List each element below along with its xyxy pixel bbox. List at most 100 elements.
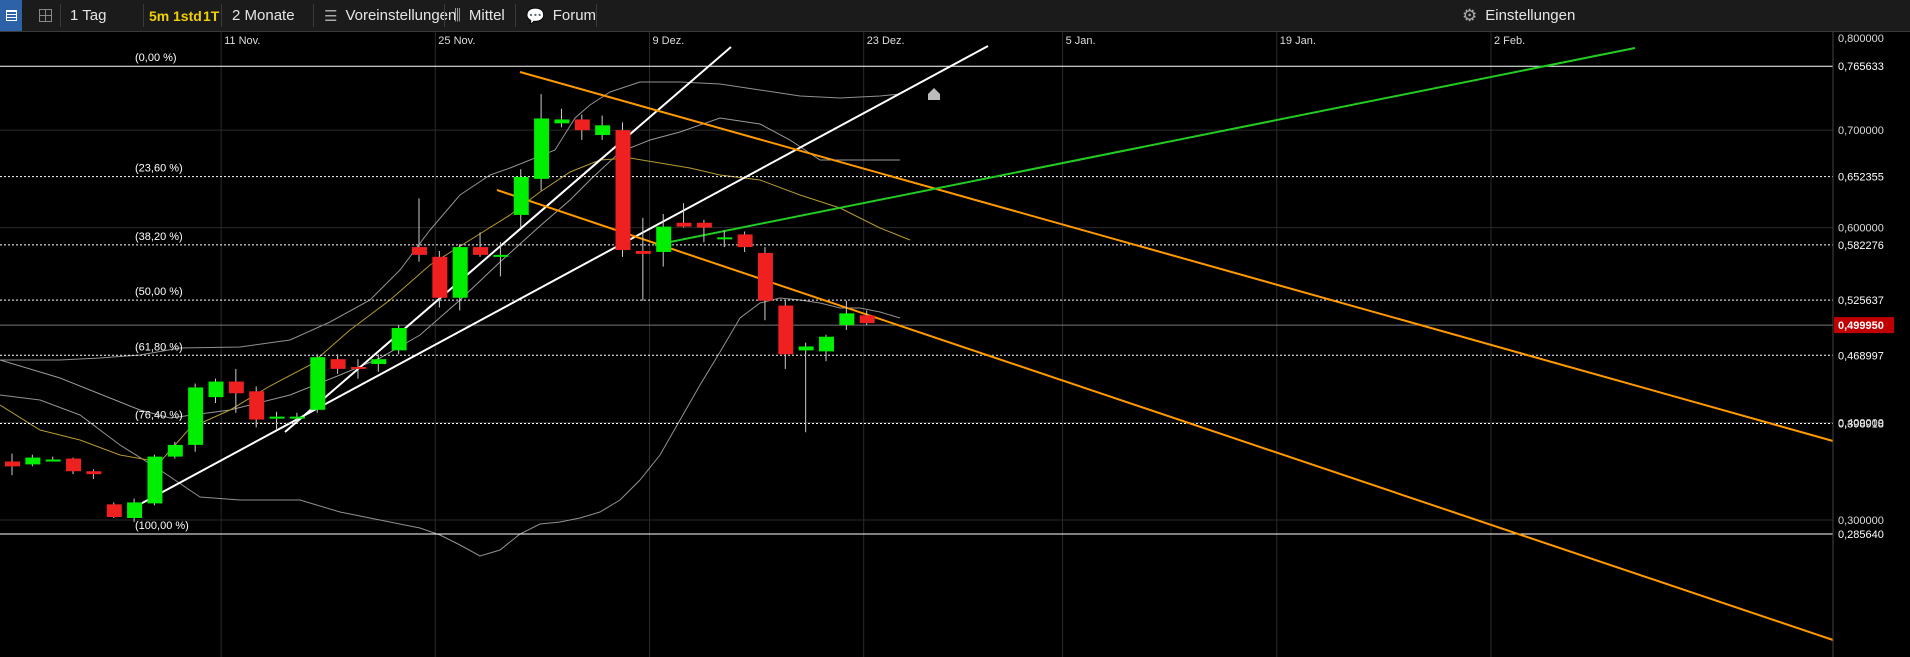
candle-down — [574, 114, 590, 140]
fib-level-label: (38,20 %) — [135, 231, 183, 243]
chart-menu-button[interactable] — [0, 0, 22, 31]
candle-body — [289, 416, 305, 419]
candle-up — [534, 94, 550, 191]
fib-price-label: 0,582276 — [1838, 240, 1884, 252]
candle-body — [249, 391, 265, 420]
candle-down — [249, 386, 265, 428]
candle-down — [696, 219, 712, 243]
candle-down — [615, 122, 631, 257]
candle-down — [432, 250, 448, 308]
candle-body — [574, 119, 590, 131]
trend-lines — [132, 45, 1834, 641]
candle-body — [269, 416, 285, 419]
candle-down — [757, 247, 773, 321]
candle-up — [25, 454, 41, 467]
candle-body — [330, 359, 346, 369]
candle-down — [66, 457, 82, 475]
candle-up — [127, 498, 143, 522]
candle-body — [147, 456, 163, 504]
candle-up — [310, 354, 326, 413]
y-tick-label: 0,400000 — [1838, 418, 1884, 430]
home-marker-icon — [928, 88, 940, 100]
fibonacci-retracement: (0,00 %) 0,765633 (23,60 %) 0,652355 (38,20 … — [0, 52, 1894, 541]
candle-body — [534, 118, 550, 179]
candle-body — [452, 247, 468, 298]
settings-button[interactable]: ⚙ Einstellungen — [1462, 0, 1575, 31]
candle-up — [188, 383, 204, 452]
candle-body — [350, 366, 366, 369]
candle-body — [757, 252, 773, 301]
range-select[interactable]: 2 Monate — [232, 0, 295, 31]
x-tick-label: 5 Jan. — [1066, 35, 1096, 47]
candle-up — [554, 108, 570, 128]
speech-bubble-icon: 💬 — [526, 7, 545, 25]
period-select[interactable]: 1 Tag — [70, 0, 140, 31]
candle-body — [310, 357, 326, 410]
candle-body — [371, 359, 387, 365]
candle-up — [371, 354, 387, 372]
candle-up — [819, 334, 834, 362]
trend-line-orange-upper — [519, 71, 1834, 442]
chart-grid — [0, 32, 1833, 657]
candle-body — [45, 459, 61, 462]
x-tick-label: 23 Dez. — [867, 35, 905, 47]
x-tick-label: 2 Feb. — [1494, 35, 1525, 47]
candle-body — [167, 444, 183, 457]
y-tick-label: 0,700000 — [1838, 125, 1884, 137]
candle-up — [656, 213, 672, 267]
fib-price-label: 0,652355 — [1838, 172, 1884, 184]
candle-body — [737, 234, 753, 248]
presets-button[interactable]: ☰ Voreinstellungen — [324, 0, 456, 31]
price-chart[interactable]: (0,00 %) 0,765633 (23,60 %) 0,652355 (38,20 … — [0, 32, 1910, 657]
candle-up — [45, 456, 61, 462]
last-price-label: 0,499950 — [1838, 320, 1884, 332]
fib-price-label: 0,468997 — [1838, 350, 1884, 362]
candle-body — [473, 247, 489, 255]
candle-down — [778, 300, 794, 369]
x-tick-label: 25 Nov. — [438, 35, 475, 47]
y-tick-label: 0,800000 — [1838, 33, 1884, 45]
y-tick-label: 0,600000 — [1838, 223, 1884, 235]
gear-icon: ⚙ — [1462, 5, 1478, 25]
candle-up — [167, 441, 183, 459]
chart-toolbar: 1 Tag 5m 1std 1T 2 Monate ☰ Voreinstellu… — [0, 0, 1910, 32]
fib-level-label: (23,60 %) — [135, 163, 183, 175]
candle-up — [595, 115, 611, 140]
fib-level-label: (100,00 %) — [135, 520, 189, 532]
candle-body — [391, 327, 407, 351]
trend-line-orange-lower — [496, 189, 1834, 641]
candle-body — [228, 381, 244, 394]
candle-down — [330, 354, 346, 374]
candle-down — [412, 198, 427, 262]
timeframe-1t-button[interactable]: 1T — [203, 0, 219, 31]
grid-icon — [38, 9, 52, 22]
axes: 11 Nov. 25 Nov. 9 Dez. 23 Dez. 5 Jan. 19 Jan.… — [224, 32, 1884, 657]
candle-body — [5, 461, 20, 467]
timeframe-1std-button[interactable]: 1std — [173, 0, 202, 31]
sliders-icon: ☰ — [324, 7, 338, 25]
candle-body — [635, 250, 651, 254]
timeframe-5m-button[interactable]: 5m — [149, 0, 169, 31]
trend-line-white-1 — [132, 45, 989, 509]
candle-body — [595, 125, 611, 136]
candle-up — [147, 454, 163, 506]
candle-body — [676, 222, 692, 227]
list-icon — [5, 10, 17, 21]
candle-body — [717, 237, 733, 240]
candle-up — [513, 169, 529, 228]
y-tick-label: 0,300000 — [1838, 515, 1884, 527]
indicator-button[interactable]: ⫼ Mittel — [454, 0, 505, 31]
candle-down — [5, 453, 20, 476]
candle-body — [432, 256, 448, 298]
x-tick-label: 19 Jan. — [1280, 35, 1316, 47]
candle-down — [86, 469, 102, 480]
candle-body — [819, 336, 834, 352]
layout-button[interactable] — [36, 0, 54, 31]
forum-button[interactable]: 💬 Forum — [526, 0, 596, 31]
candle-down — [228, 368, 244, 413]
candle-body — [25, 457, 41, 465]
fib-level-label: (50,00 %) — [135, 286, 183, 298]
candle-body — [493, 254, 509, 257]
fib-price-label: 0,765633 — [1838, 61, 1884, 73]
candle-body — [513, 176, 529, 215]
